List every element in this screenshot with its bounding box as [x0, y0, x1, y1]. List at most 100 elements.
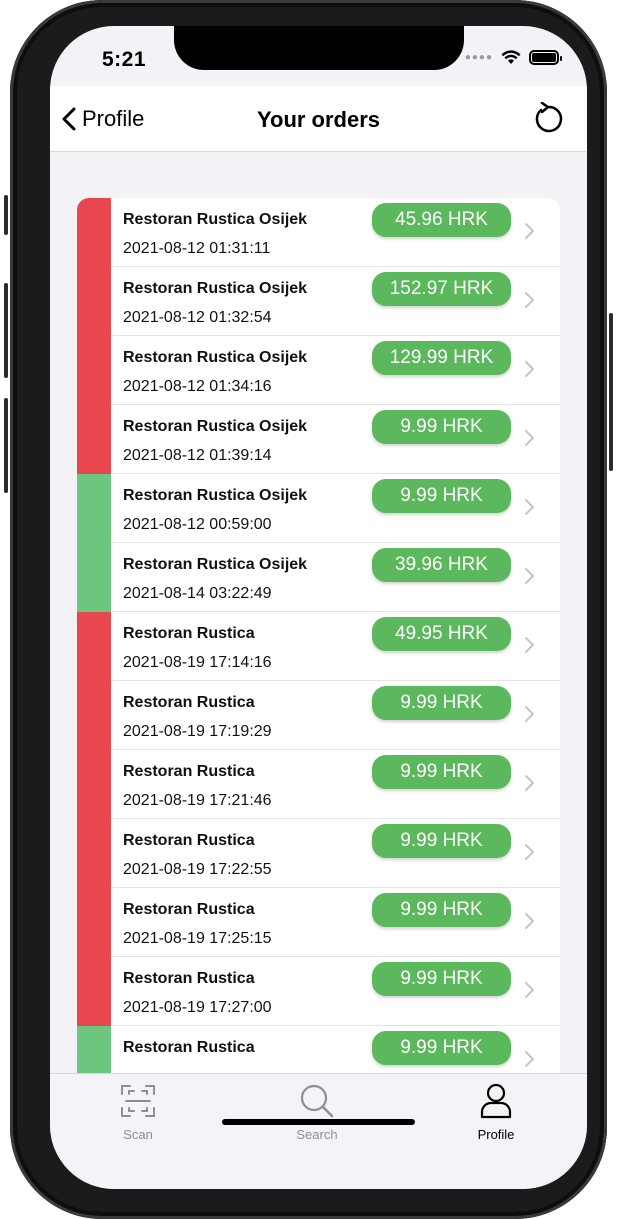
order-date: 2021-08-19 17:14:16 [123, 654, 272, 671]
order-date: 2021-08-19 17:19:29 [123, 723, 272, 740]
order-price-badge: 9.99 HRK [372, 410, 511, 444]
battery-icon [529, 50, 562, 65]
order-price-badge: 45.96 HRK [372, 203, 511, 237]
refresh-icon[interactable] [531, 102, 565, 136]
chevron-right-icon [525, 844, 534, 860]
order-price-badge: 49.95 HRK [372, 617, 511, 651]
order-price-badge: 129.99 HRK [372, 341, 511, 375]
order-status-indicator [77, 405, 111, 474]
order-restaurant-name: Restoran Rustica [123, 1039, 255, 1056]
order-date: 2021-08-19 17:21:46 [123, 792, 272, 809]
tab-search[interactable]: Search [262, 1082, 372, 1142]
order-status-indicator [77, 1026, 111, 1078]
page-title: Your orders [256, 107, 381, 132]
order-row[interactable]: Restoran Rustica Osijek 2021-08-12 01:34:… [77, 336, 560, 405]
tab-search-label: Search [296, 1127, 338, 1142]
volume-up-button [4, 283, 8, 378]
order-row[interactable]: Restoran Rustica 2021-08-19 17:21:46 9.99 … [77, 750, 560, 819]
home-indicator [222, 1119, 415, 1125]
chevron-right-icon [525, 913, 534, 929]
order-status-indicator [77, 474, 111, 543]
orders-list: Restoran Rustica Osijek 2021-08-12 01:31:… [77, 198, 560, 1078]
chevron-right-icon [525, 361, 534, 377]
scan-icon [121, 1085, 155, 1117]
order-row[interactable]: Restoran Rustica 2021-08-19 17:14:16 49.95… [77, 612, 560, 681]
profile-icon [480, 1083, 512, 1119]
order-date: 2021-08-12 01:32:54 [123, 309, 272, 326]
tab-scan[interactable]: Scan [83, 1082, 193, 1142]
chevron-right-icon [525, 982, 534, 998]
order-price-badge: 39.96 HRK [372, 548, 511, 582]
order-row[interactable]: Restoran Rustica Osijek 2021-08-12 01:39:… [77, 405, 560, 474]
order-date: 2021-08-19 17:25:15 [123, 930, 272, 947]
order-date: 2021-08-12 01:39:14 [123, 447, 272, 464]
order-restaurant-name: Restoran Rustica [123, 901, 255, 918]
order-status-indicator [77, 888, 111, 957]
order-restaurant-name: Restoran Rustica Osijek [123, 211, 308, 228]
order-status-indicator [77, 267, 111, 336]
order-price-badge: 9.99 HRK [372, 686, 511, 720]
order-restaurant-name: Restoran Rustica [123, 625, 255, 642]
chevron-right-icon [525, 499, 534, 515]
order-date: 2021-08-19 17:22:55 [123, 861, 272, 878]
order-status-indicator [77, 957, 111, 1026]
chevron-right-icon [525, 706, 534, 722]
order-status-indicator [77, 819, 111, 888]
volume-down-button [4, 398, 8, 493]
chevron-right-icon [525, 568, 534, 584]
order-price-badge: 9.99 HRK [372, 1031, 511, 1065]
order-restaurant-name: Restoran Rustica Osijek [123, 349, 308, 366]
status-icons: ●●●● [464, 50, 562, 65]
order-status-indicator [77, 198, 111, 267]
order-row[interactable]: Restoran Rustica 2021-08-19 17:22:55 9.99 … [77, 819, 560, 888]
wifi-icon [501, 50, 521, 64]
navigation-bar: Profile Your orders [50, 86, 587, 152]
order-restaurant-name: Restoran Rustica Osijek [123, 280, 308, 297]
order-restaurant-name: Restoran Rustica [123, 763, 255, 780]
order-status-indicator [77, 681, 111, 750]
order-row[interactable]: Restoran Rustica Osijek 2021-08-12 01:32:… [77, 267, 560, 336]
tab-bar: Scan Search Profile [50, 1073, 587, 1189]
chevron-right-icon [525, 292, 534, 308]
notch [174, 26, 464, 70]
order-status-indicator [77, 750, 111, 819]
order-row[interactable]: Restoran Rustica 9.99 HRK [77, 1026, 560, 1078]
signal-icon: ●●●● [464, 52, 493, 63]
chevron-right-icon [525, 223, 534, 239]
phone-frame: 5:21 ●●●● Profile Your orders Restoran R… [4, 0, 613, 1219]
order-row[interactable]: Restoran Rustica 2021-08-19 17:25:15 9.99 … [77, 888, 560, 957]
order-restaurant-name: Restoran Rustica [123, 970, 255, 987]
order-row[interactable]: Restoran Rustica Osijek 2021-08-12 00:59:… [77, 474, 560, 543]
order-date: 2021-08-19 17:27:00 [123, 999, 272, 1016]
order-price-badge: 9.99 HRK [372, 893, 511, 927]
chevron-right-icon [525, 430, 534, 446]
screen: 5:21 ●●●● Profile Your orders Restoran R… [50, 26, 587, 1189]
order-date: 2021-08-12 01:31:11 [123, 240, 271, 257]
order-price-badge: 9.99 HRK [372, 962, 511, 996]
tab-scan-label: Scan [123, 1127, 153, 1142]
chevron-right-icon [525, 637, 534, 653]
order-price-badge: 9.99 HRK [372, 479, 511, 513]
order-restaurant-name: Restoran Rustica Osijek [123, 487, 308, 504]
order-price-badge: 9.99 HRK [372, 824, 511, 858]
chevron-right-icon [525, 1051, 534, 1067]
order-price-badge: 9.99 HRK [372, 755, 511, 789]
order-row[interactable]: Restoran Rustica 2021-08-19 17:27:00 9.99 … [77, 957, 560, 1026]
tab-profile-label: Profile [477, 1127, 515, 1142]
order-status-indicator [77, 336, 111, 405]
order-restaurant-name: Restoran Rustica Osijek [123, 418, 308, 435]
order-date: 2021-08-12 01:34:16 [123, 378, 272, 395]
order-restaurant-name: Restoran Rustica [123, 694, 255, 711]
order-row[interactable]: Restoran Rustica Osijek 2021-08-12 01:31:… [77, 198, 560, 267]
order-status-indicator [77, 543, 111, 612]
tab-profile[interactable]: Profile [441, 1082, 551, 1142]
order-restaurant-name: Restoran Rustica Osijek [123, 556, 308, 573]
chevron-right-icon [525, 775, 534, 791]
mute-switch [4, 195, 8, 235]
order-restaurant-name: Restoran Rustica [123, 832, 255, 849]
order-status-indicator [77, 612, 111, 681]
search-icon [300, 1084, 334, 1118]
order-row[interactable]: Restoran Rustica 2021-08-19 17:19:29 9.99 … [77, 681, 560, 750]
status-time: 5:21 [102, 48, 147, 71]
order-row[interactable]: Restoran Rustica Osijek 2021-08-14 03:22:… [77, 543, 560, 612]
